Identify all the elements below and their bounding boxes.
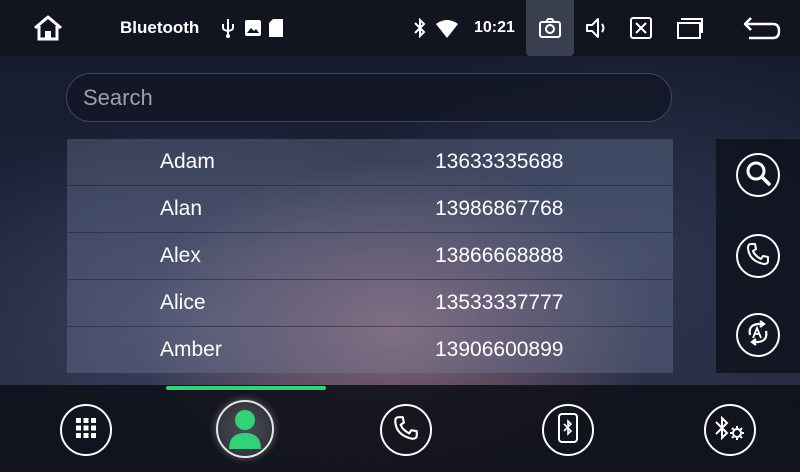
phone-bluetooth-tab[interactable] — [542, 404, 594, 456]
back-icon[interactable] — [742, 15, 782, 41]
dialpad-icon — [75, 417, 97, 444]
search-contact-button[interactable] — [736, 153, 780, 197]
volume-icon[interactable] — [584, 16, 612, 40]
bluetooth-settings-icon — [714, 414, 746, 447]
contact-number: 13533337777 — [435, 291, 564, 314]
search-icon — [744, 159, 772, 192]
camera-icon — [538, 17, 562, 39]
recent-apps-icon[interactable] — [676, 16, 704, 40]
app-title: Bluetooth — [120, 18, 200, 37]
contact-number: 13633335688 — [435, 150, 564, 173]
wifi-icon — [435, 19, 459, 39]
home-icon[interactable] — [30, 12, 66, 44]
bluetooth-settings-tab[interactable] — [704, 404, 756, 456]
contact-number: 13986867768 — [435, 197, 564, 220]
list-item[interactable]: Alex 13866668888 — [67, 233, 673, 280]
close-box-icon[interactable] — [629, 16, 653, 40]
bluetooth-icon — [412, 17, 428, 39]
usb-icon — [219, 17, 237, 39]
image-icon — [244, 19, 262, 37]
contact-name: Amber — [160, 338, 222, 361]
camera-button[interactable] — [526, 0, 574, 56]
call-log-tab[interactable] — [380, 404, 432, 456]
contact-number: 13906600899 — [435, 338, 564, 361]
search-bar[interactable] — [66, 73, 672, 122]
contact-list: Adam 13633335688 Alan 13986867768 Alex 1… — [67, 139, 673, 373]
side-action-panel — [716, 139, 800, 373]
phone-icon — [745, 241, 771, 272]
contact-name: Alice — [160, 291, 206, 314]
sync-contacts-button[interactable] — [736, 313, 780, 357]
active-tab-indicator — [166, 386, 326, 390]
sync-icon — [744, 319, 772, 352]
contact-name: Alex — [160, 244, 201, 267]
sd-card-icon — [268, 18, 284, 38]
contacts-icon — [225, 405, 265, 454]
contact-name: Adam — [160, 150, 215, 173]
list-item[interactable]: Amber 13906600899 — [67, 327, 673, 374]
contact-name: Alan — [160, 197, 203, 220]
search-input[interactable] — [83, 74, 643, 121]
list-item[interactable]: Alan 13986867768 — [67, 186, 673, 233]
clock: 10:21 — [474, 19, 515, 36]
list-item[interactable]: Adam 13633335688 — [67, 139, 673, 186]
call-button[interactable] — [736, 234, 780, 278]
contacts-tab[interactable] — [216, 400, 274, 458]
dialpad-tab[interactable] — [60, 404, 112, 456]
list-item[interactable]: Alice 13533337777 — [67, 280, 673, 327]
call-log-icon — [392, 414, 420, 447]
status-bar: Bluetooth 10:21 — [0, 0, 800, 56]
contact-number: 13866668888 — [435, 244, 564, 267]
phone-bluetooth-icon — [557, 412, 579, 448]
